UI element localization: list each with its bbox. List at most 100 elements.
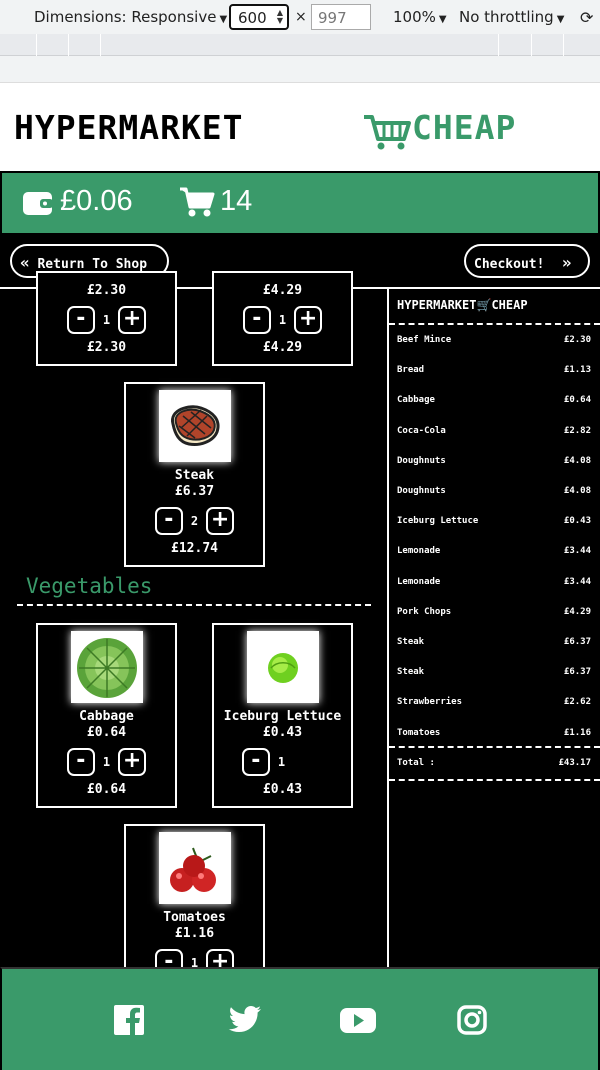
product-total: £4.29	[262, 340, 303, 355]
quantity-stepper: - 1 +	[38, 306, 175, 334]
small-cart-icon: 🛒	[476, 298, 492, 312]
receipt-item-price: £6.37	[563, 637, 591, 647]
product-total: £0.64	[86, 782, 127, 797]
logo-cart-icon	[364, 115, 411, 150]
decrease-button[interactable]: -	[242, 306, 271, 334]
increase-button[interactable]: +	[118, 748, 147, 776]
receipt-item-name: Bread	[397, 365, 425, 376]
spinner-icon[interactable]: ▲ ▼	[277, 9, 283, 25]
cart-icon[interactable]	[179, 186, 215, 218]
receipt-item-row: Doughnuts £4.08	[397, 486, 591, 496]
receipt-logo-left: HYPERMARKET	[397, 298, 477, 312]
dimensions-label: Dimensions: Responsive	[34, 8, 217, 26]
checkout-button[interactable]: Checkout! »	[464, 244, 590, 278]
section-title-vegetables: Vegetables	[26, 574, 153, 598]
receipt-item-price: £1.16	[563, 727, 591, 738]
product-price: £6.37	[174, 484, 215, 499]
receipt-item-price: £3.44	[563, 546, 591, 557]
product-name: Steak	[174, 468, 215, 483]
instagram-icon[interactable]	[457, 1005, 487, 1035]
wallet-icon	[23, 192, 53, 215]
receipt-item-price: £6.37	[563, 667, 591, 678]
devtools-toolbar: Dimensions: Responsive ▼ 600 ▲ ▼ × 997 100%…	[0, 0, 600, 34]
receipt-item-price: £3.44	[563, 576, 591, 587]
caret-down-icon: ▼	[219, 14, 228, 25]
logo-text-left: HYPERMARKET	[14, 108, 244, 147]
logo-text-right: CHEAP	[412, 108, 517, 147]
product-image	[158, 390, 231, 462]
receipt-item-row: Iceburg Lettuce £0.43	[397, 516, 591, 526]
receipt-total-label: Total :	[397, 758, 435, 768]
receipt-item-name: Doughnuts	[397, 486, 446, 496]
return-to-shop-label: Return To Shop	[37, 257, 148, 272]
receipt-item-row: Steak £6.37	[397, 637, 591, 647]
product-card: Iceburg Lettuce £0.43 - 1 £0.43	[212, 623, 353, 808]
dimensions-dropdown[interactable]: Dimensions: Responsive ▼	[34, 8, 227, 26]
quantity-stepper: - 2 +	[126, 507, 263, 535]
decrease-button[interactable]: -	[241, 748, 270, 776]
quantity-stepper: - 1 +	[214, 306, 351, 334]
product-name: Iceburg Lettuce	[223, 709, 342, 724]
quantity-stepper: - 1 +	[38, 748, 175, 776]
product-card: £2.30 - 1 + £2.30	[36, 271, 177, 366]
height-input[interactable]: 997	[311, 4, 371, 30]
receipt-item-name: Lemonade	[397, 546, 441, 557]
receipt-item-name: Cabbage	[397, 395, 435, 406]
checkout-label: Checkout!	[474, 257, 545, 272]
decrease-button[interactable]: -	[154, 507, 183, 535]
receipt-divider	[389, 779, 600, 781]
receipt-item-row: Cabbage £0.64	[397, 395, 591, 405]
decrease-button[interactable]: -	[66, 748, 95, 776]
receipt-item-row: Doughnuts £4.08	[397, 456, 591, 466]
receipt-divider	[389, 323, 600, 325]
receipt-panel: HYPERMARKET🛒CHEAP Beef Mince £2.30 Bread £1…	[389, 289, 600, 967]
height-value: 997	[318, 9, 347, 27]
receipt-item-price: £1.13	[563, 365, 591, 376]
lettuce-icon	[267, 653, 298, 683]
width-input[interactable]: 600 ▲ ▼	[229, 4, 289, 30]
increase-button[interactable]: +	[206, 507, 235, 535]
media-query-ruler	[0, 34, 600, 56]
footer	[0, 967, 600, 1070]
receipt-item-price: £4.29	[563, 606, 591, 617]
receipt-item-row: Pork Chops £4.29	[397, 607, 591, 617]
quantity-value: 1	[102, 755, 111, 769]
throttling-dropdown[interactable]: No throttling ▼	[459, 8, 564, 26]
youtube-icon[interactable]	[340, 1005, 376, 1035]
decrease-button[interactable]: -	[66, 306, 95, 334]
receipt-item-row: Beef Mince £2.30	[397, 335, 591, 345]
zoom-dropdown[interactable]: 100% ▼	[393, 8, 447, 26]
product-total: £0.43	[262, 782, 303, 797]
quantity-value: 1	[278, 313, 287, 327]
product-image	[158, 832, 231, 904]
receipt-item-name: Tomatoes	[397, 727, 441, 738]
receipt-item-name: Iceburg Lettuce	[397, 516, 479, 527]
increase-button[interactable]: +	[294, 306, 323, 334]
ruler-gap	[0, 56, 600, 83]
product-price: £4.29	[262, 283, 303, 298]
product-name: Tomatoes	[163, 910, 226, 925]
double-chevron-left-icon: «	[20, 253, 30, 272]
product-price: £2.30	[86, 283, 127, 298]
increase-button[interactable]: +	[118, 306, 147, 334]
receipt-item-row: Coca-Cola £2.82	[397, 426, 591, 436]
product-card: Steak £6.37 - 2 + £12.74	[124, 382, 265, 567]
receipt-logo: HYPERMARKET🛒CHEAP	[397, 298, 528, 312]
twitter-icon[interactable]	[228, 1005, 262, 1035]
caret-down-icon: ▼	[438, 14, 447, 25]
rotate-icon[interactable]: ⟳	[580, 8, 593, 27]
receipt-total-row: Total : £43.17	[397, 758, 591, 768]
tomato-icon	[169, 847, 216, 892]
page-viewport: HYPERMARKET CHEAP £0.06 14 « Return To S…	[0, 83, 600, 1070]
receipt-total-value: £43.17	[558, 758, 591, 768]
quantity-value: 1	[277, 755, 286, 769]
facebook-icon[interactable]	[114, 1005, 144, 1035]
cart-count: 14	[220, 185, 253, 217]
receipt-item-price: £2.62	[563, 697, 591, 708]
product-price: £0.43	[262, 725, 303, 740]
product-card: Cabbage £0.64 - 1 + £0.64	[36, 623, 177, 808]
receipt-item-name: Strawberries	[397, 697, 463, 708]
receipt-item-name: Coca-Cola	[397, 425, 446, 436]
product-name: Cabbage	[79, 709, 134, 724]
section-divider	[17, 604, 371, 606]
